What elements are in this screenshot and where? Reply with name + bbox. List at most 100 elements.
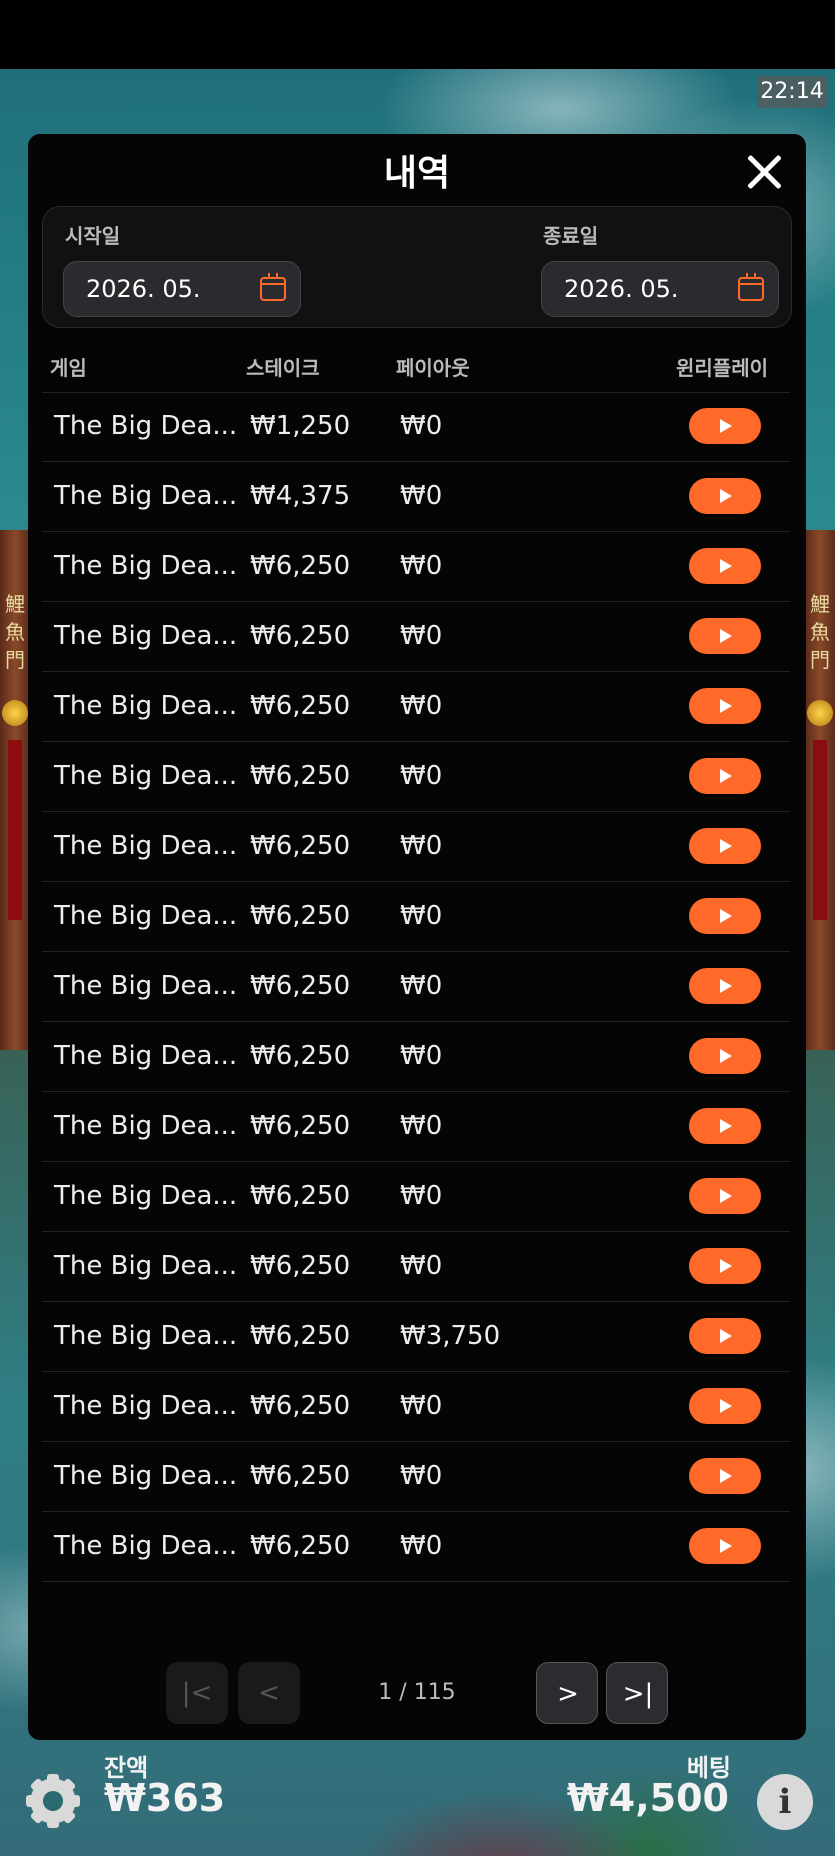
replay-button[interactable] <box>689 1038 761 1074</box>
payout-value: ₩0 <box>400 1531 443 1561</box>
game-name: The Big Dea... <box>54 1321 238 1351</box>
calendar-icon[interactable] <box>738 273 764 301</box>
stake-value: ₩6,250 <box>250 621 351 651</box>
table-row: The Big Dea... ₩6,250 ₩0 <box>42 1442 790 1512</box>
date-filter-panel: 시작일 2026. 05. 2 종료일 2026. 05. 2 <box>42 206 792 328</box>
payout-value: ₩0 <box>400 1251 443 1281</box>
game-name: The Big Dea... <box>54 551 238 581</box>
prev-page-button[interactable]: < <box>238 1662 300 1724</box>
close-icon[interactable] <box>740 148 788 196</box>
play-icon <box>720 419 732 433</box>
replay-button[interactable] <box>689 1248 761 1284</box>
payout-value: ₩0 <box>400 971 443 1001</box>
chevron-left-icon: < <box>258 1678 280 1708</box>
replay-button[interactable] <box>689 548 761 584</box>
next-page-button[interactable]: > <box>536 1662 598 1724</box>
stake-value: ₩6,250 <box>250 1181 351 1211</box>
game-name: The Big Dea... <box>54 971 238 1001</box>
replay-button[interactable] <box>689 758 761 794</box>
stake-value: ₩1,250 <box>250 411 351 441</box>
header-payout: 페이아웃 <box>396 356 470 380</box>
stake-value: ₩6,250 <box>250 1111 351 1141</box>
play-icon <box>720 699 732 713</box>
replay-button[interactable] <box>689 478 761 514</box>
play-icon <box>720 1539 732 1553</box>
table-row: The Big Dea... ₩6,250 ₩0 <box>42 1372 790 1442</box>
stake-value: ₩6,250 <box>250 761 351 791</box>
replay-button[interactable] <box>689 408 761 444</box>
last-page-button[interactable]: >| <box>606 1662 668 1724</box>
play-icon <box>720 1119 732 1133</box>
payout-value: ₩0 <box>400 1111 443 1141</box>
play-icon <box>720 629 732 643</box>
game-name: The Big Dea... <box>54 411 238 441</box>
page-indicator: 1 / 115 <box>378 1680 456 1705</box>
bet-value: ₩4,500 <box>566 1776 729 1820</box>
stake-value: ₩6,250 <box>250 1041 351 1071</box>
replay-button[interactable] <box>689 968 761 1004</box>
table-row: The Big Dea... ₩4,375 ₩0 <box>42 462 790 532</box>
replay-button[interactable] <box>689 618 761 654</box>
right-pillar-decoration: 鯉魚門 <box>805 530 835 1050</box>
balance-value: ₩363 <box>104 1776 226 1820</box>
replay-button[interactable] <box>689 1458 761 1494</box>
payout-value: ₩3,750 <box>400 1321 501 1351</box>
calendar-icon[interactable] <box>260 273 286 301</box>
table-row: The Big Dea... ₩6,250 ₩0 <box>42 882 790 952</box>
end-date-label: 종료일 <box>543 224 599 248</box>
game-footer: 잔액 ₩363 베팅 ₩4,500 i <box>0 1740 835 1856</box>
start-date-label: 시작일 <box>65 224 121 248</box>
gear-icon[interactable] <box>26 1774 80 1828</box>
first-page-button[interactable]: |< <box>166 1662 228 1724</box>
game-name: The Big Dea... <box>54 901 238 931</box>
end-date-value: 2026. 05. 2 <box>564 275 684 303</box>
table-row: The Big Dea... ₩6,250 ₩0 <box>42 812 790 882</box>
start-date-value: 2026. 05. 2 <box>86 275 206 303</box>
play-icon <box>720 1399 732 1413</box>
red-banner-decoration <box>8 740 22 920</box>
start-date-input[interactable]: 2026. 05. 2 <box>63 261 301 317</box>
header-stake: 스테이크 <box>246 356 320 380</box>
table-row: The Big Dea... ₩6,250 ₩0 <box>42 952 790 1022</box>
table-row: The Big Dea... ₩6,250 ₩0 <box>42 1092 790 1162</box>
table-header: 게임 스테이크 페이아웃 윈리플레이 <box>42 350 790 393</box>
play-icon <box>720 1469 732 1483</box>
replay-button[interactable] <box>689 1528 761 1564</box>
payout-value: ₩0 <box>400 691 443 721</box>
payout-value: ₩0 <box>400 1041 443 1071</box>
replay-button[interactable] <box>689 1178 761 1214</box>
game-name: The Big Dea... <box>54 1041 238 1071</box>
payout-value: ₩0 <box>400 901 443 931</box>
replay-button[interactable] <box>689 688 761 724</box>
payout-value: ₩0 <box>400 411 443 441</box>
top-bar <box>0 0 835 69</box>
table-row: The Big Dea... ₩6,250 ₩3,750 <box>42 1302 790 1372</box>
info-icon[interactable]: i <box>757 1774 813 1830</box>
table-row: The Big Dea... ₩6,250 ₩0 <box>42 602 790 672</box>
play-icon <box>720 559 732 573</box>
play-icon <box>720 489 732 503</box>
header-game: 게임 <box>50 356 87 380</box>
coin-decoration <box>2 700 28 726</box>
replay-button[interactable] <box>689 898 761 934</box>
end-date-input[interactable]: 2026. 05. 2 <box>541 261 779 317</box>
last-page-icon: >| <box>622 1679 654 1709</box>
game-name: The Big Dea... <box>54 1531 238 1561</box>
stake-value: ₩6,250 <box>250 971 351 1001</box>
header-replay: 윈리플레이 <box>676 356 768 380</box>
start-date-group: 시작일 2026. 05. 2 <box>63 221 301 317</box>
table-row: The Big Dea... ₩1,250 ₩0 <box>42 392 790 462</box>
end-date-group: 종료일 2026. 05. 2 <box>541 221 779 317</box>
play-icon <box>720 769 732 783</box>
stake-value: ₩6,250 <box>250 1321 351 1351</box>
clock: 22:14 <box>757 76 827 108</box>
table-row: The Big Dea... ₩6,250 ₩0 <box>42 532 790 602</box>
replay-button[interactable] <box>689 828 761 864</box>
game-name: The Big Dea... <box>54 481 238 511</box>
replay-button[interactable] <box>689 1388 761 1424</box>
pillar-text: 鯉魚門 <box>5 592 25 672</box>
left-pillar-decoration: 鯉魚門 <box>0 530 30 1050</box>
game-name: The Big Dea... <box>54 831 238 861</box>
replay-button[interactable] <box>689 1318 761 1354</box>
replay-button[interactable] <box>689 1108 761 1144</box>
